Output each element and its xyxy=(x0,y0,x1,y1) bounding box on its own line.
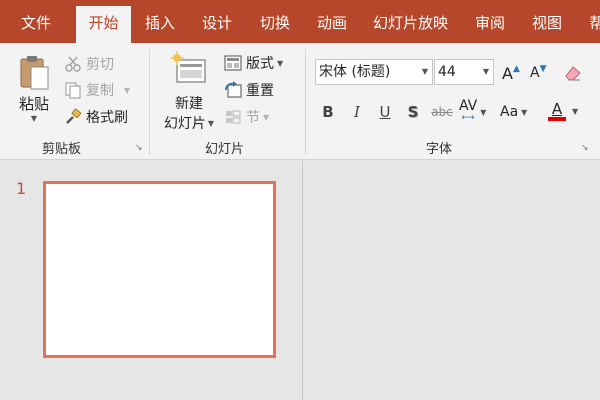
new-slide-label-line1: 新建 xyxy=(175,96,203,112)
tab-view[interactable]: 视图 xyxy=(525,6,569,43)
slide-number: 1 xyxy=(16,179,27,198)
grow-font-arrow-icon: ▲ xyxy=(512,64,520,74)
shrink-font-arrow-icon: ▼ xyxy=(539,64,547,74)
char-spacing-label: AV xyxy=(459,98,478,114)
reset-icon xyxy=(225,81,242,98)
copy-dropdown-icon[interactable]: ▼ xyxy=(124,86,130,95)
section-label: 节 xyxy=(246,110,260,126)
layout-icon xyxy=(224,55,242,71)
char-spacing-group: AV ⟷ xyxy=(459,98,478,124)
new-slide-icon xyxy=(170,51,206,83)
format-painter-label: 格式刷 xyxy=(86,110,128,126)
layout-button[interactable]: 版式 ▼ xyxy=(224,52,283,74)
tab-transitions[interactable]: 切换 xyxy=(250,6,300,43)
clipboard-icon xyxy=(20,56,49,90)
copy-label: 复制 xyxy=(86,83,114,99)
slide-editing-pane[interactable] xyxy=(303,161,600,400)
char-spacing-button[interactable]: AV ⟷ ▼ xyxy=(459,98,486,124)
tab-review[interactable]: 审阅 xyxy=(468,6,512,43)
section-button[interactable]: 节 ▼ xyxy=(224,106,269,128)
eraser-icon xyxy=(565,66,581,81)
copy-button[interactable]: 复制 ▼ xyxy=(64,79,130,101)
section-icon xyxy=(226,110,241,124)
clipboard-launcher-icon[interactable]: ↘ xyxy=(135,143,145,153)
grow-font-button[interactable]: A ▲ xyxy=(502,62,520,84)
font-color-dropdown-icon[interactable]: ▼ xyxy=(572,107,578,116)
slides-group-label: 幻灯片 xyxy=(205,142,245,157)
group-divider xyxy=(305,49,306,155)
cut-label: 剪切 xyxy=(86,57,114,73)
reset-label: 重置 xyxy=(246,83,274,99)
new-slide-dropdown-icon[interactable]: ▼ xyxy=(208,119,214,128)
format-painter-button[interactable]: 格式刷 xyxy=(64,106,128,128)
font-size-dropdown-icon[interactable]: ▼ xyxy=(483,60,489,84)
font-color-label: A xyxy=(551,100,563,118)
cut-button[interactable]: 剪切 xyxy=(64,53,114,75)
paste-dropdown-icon[interactable]: ▼ xyxy=(31,114,37,123)
change-case-button[interactable]: Aa ▼ xyxy=(500,101,527,123)
ribbon-home: 粘贴 ▼ 剪切 复制 ▼ 格式刷 剪贴板 ↘ 新建 幻灯片 ▼ 版式 ▼ 重置 … xyxy=(0,43,600,160)
scissors-icon xyxy=(65,56,81,72)
slide-thumbnail[interactable] xyxy=(43,181,276,358)
shrink-font-button[interactable]: A ▼ xyxy=(530,62,547,84)
clipboard-group-label: 剪贴板 xyxy=(42,142,82,157)
tab-home[interactable]: 开始 xyxy=(76,6,131,43)
font-group-label: 字体 xyxy=(426,142,453,157)
new-slide-button[interactable]: 新建 幻灯片 ▼ xyxy=(158,49,220,135)
font-name-combo[interactable]: 宋体 (标题) ▼ xyxy=(315,59,433,85)
new-slide-label-row: 幻灯片 ▼ xyxy=(164,113,214,133)
tab-insert[interactable]: 插入 xyxy=(136,6,184,43)
ribbon-tab-bar: 文件 开始 插入 设计 切换 动画 幻灯片放映 审阅 视图 帮 xyxy=(0,0,600,43)
layout-dropdown-icon[interactable]: ▼ xyxy=(277,59,283,68)
section-dropdown-icon[interactable]: ▼ xyxy=(263,113,269,122)
layout-label: 版式 xyxy=(246,56,274,72)
char-spacing-arrow-icon: ⟷ xyxy=(461,113,475,123)
paste-label: 粘贴 xyxy=(18,95,49,113)
paintbrush-icon xyxy=(66,108,82,124)
group-divider xyxy=(149,49,150,155)
italic-button[interactable]: I xyxy=(347,101,367,123)
font-color-bar xyxy=(548,117,566,121)
change-case-dropdown-icon[interactable]: ▼ xyxy=(521,108,527,117)
char-spacing-dropdown-icon[interactable]: ▼ xyxy=(480,108,486,117)
font-name-dropdown-icon[interactable]: ▼ xyxy=(422,60,428,84)
tab-animations[interactable]: 动画 xyxy=(307,6,357,43)
paste-button[interactable]: 粘贴 ▼ xyxy=(12,51,56,133)
underline-button[interactable]: U xyxy=(375,101,395,123)
font-color-button[interactable]: A ▼ xyxy=(548,99,578,123)
reset-button[interactable]: 重置 xyxy=(224,79,274,101)
font-color-swatch-group: A xyxy=(548,101,566,121)
font-launcher-icon[interactable]: ↘ xyxy=(581,143,591,153)
clear-formatting-button[interactable] xyxy=(564,62,586,84)
shrink-font-label: A xyxy=(530,65,540,81)
tab-design[interactable]: 设计 xyxy=(193,6,241,43)
bold-button[interactable]: B xyxy=(318,101,338,123)
tab-help[interactable]: 帮 xyxy=(582,6,600,43)
shadow-button[interactable]: S xyxy=(403,101,423,123)
strikethrough-button[interactable]: abc xyxy=(428,101,456,123)
copy-icon xyxy=(65,82,81,99)
grow-font-label: A xyxy=(502,63,513,83)
font-size-value: 44 xyxy=(438,64,456,80)
font-size-combo[interactable]: 44 ▼ xyxy=(434,59,494,85)
tab-slideshow[interactable]: 幻灯片放映 xyxy=(364,6,457,43)
tab-file[interactable]: 文件 xyxy=(10,6,62,43)
font-name-value: 宋体 (标题) xyxy=(319,64,391,80)
new-slide-label-line2: 幻灯片 xyxy=(163,116,206,132)
change-case-label: Aa xyxy=(500,104,519,120)
